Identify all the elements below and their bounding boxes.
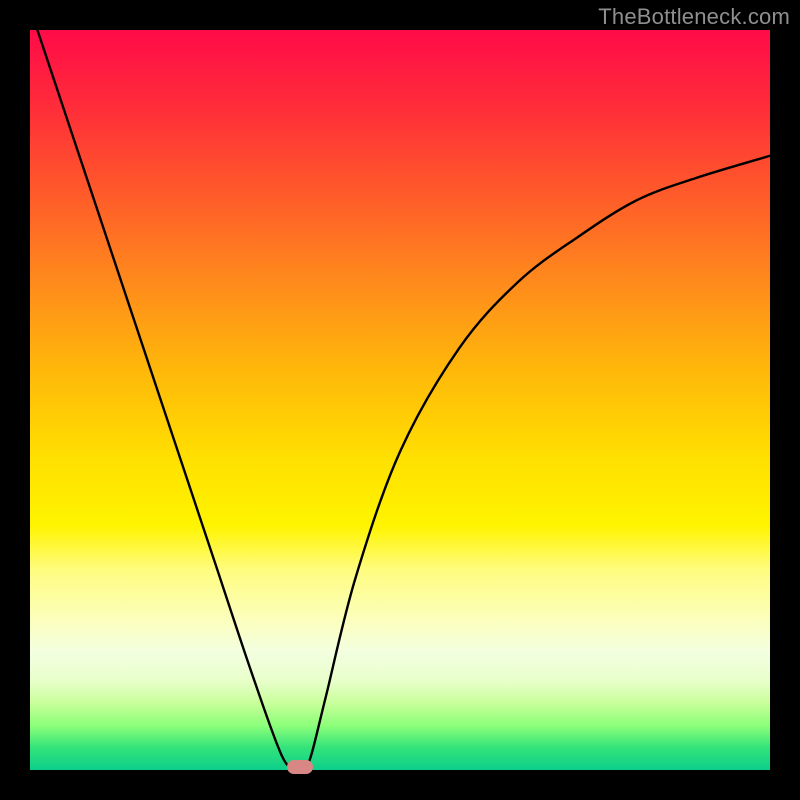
curve-svg [30, 30, 770, 770]
bottleneck-curve-path [30, 30, 770, 770]
watermark-text: TheBottleneck.com [598, 4, 790, 30]
chart-frame: TheBottleneck.com [0, 0, 800, 800]
plot-area [30, 30, 770, 770]
min-marker [287, 760, 313, 774]
